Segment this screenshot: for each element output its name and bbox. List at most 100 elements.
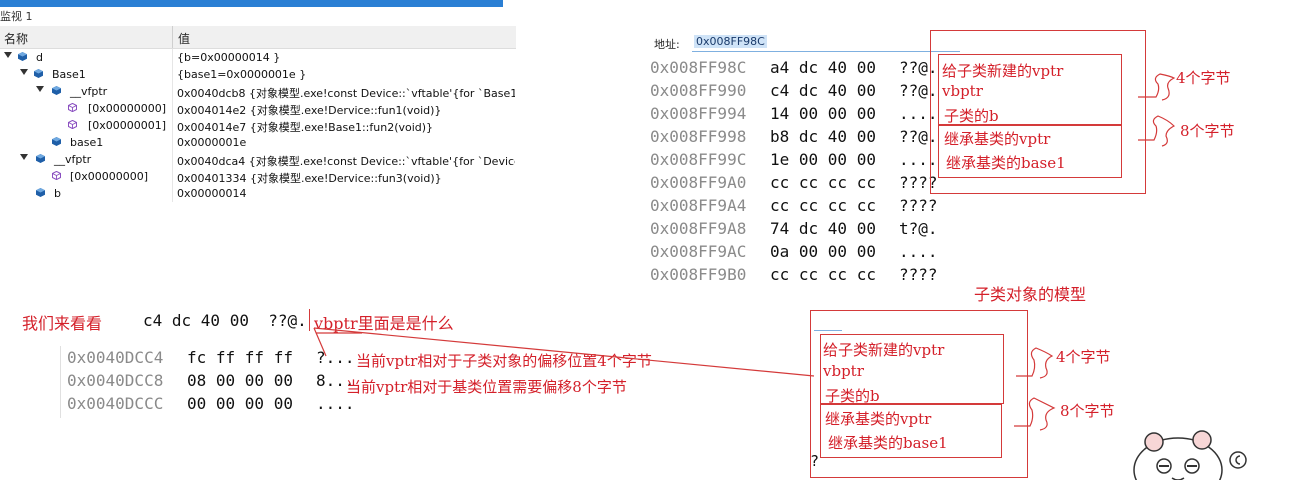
- watch-row-name: d: [36, 51, 43, 64]
- memory-bytes: 0a 00 00 00: [770, 242, 876, 261]
- memory-address: 0x008FF99C: [650, 150, 747, 169]
- address-input[interactable]: 0x008FF98C: [692, 33, 960, 52]
- address-value[interactable]: 0x008FF98C: [694, 35, 767, 48]
- vbtable-memory-view[interactable]: 0x0040DCC4 fc ff ff ff?... 0x0040DCC8 08 0…: [60, 346, 381, 418]
- memory-bytes: 08 00 00 00: [187, 371, 293, 390]
- watch-row-vfptr-device[interactable]: __vfptr 0x0040dca4 {对象模型.exe!const Devic…: [0, 151, 516, 168]
- memory-bytes: a4 dc 40 00: [770, 58, 876, 77]
- memory-bytes: cc cc cc cc: [770, 173, 876, 192]
- memory-address: 0x0040DCC4: [67, 348, 164, 367]
- watch-row-d[interactable]: d {b=0x00000014 }: [0, 49, 516, 66]
- memory-bytes: fc ff ff ff: [187, 348, 293, 367]
- inline-hex: c4 dc 40 00 ??@.: [143, 311, 307, 330]
- watch-row-value: 0x004014e7 {对象模型.exe!Base1::fun2(void)}: [177, 121, 434, 134]
- memory-address: 0x0040DCC8: [67, 371, 164, 390]
- memory-address: 0x008FF9A4: [650, 196, 747, 215]
- watch-row-b[interactable]: b 0x00000014: [0, 185, 516, 202]
- field-icon: [36, 188, 45, 197]
- model-underline: [814, 330, 842, 331]
- watch-row-value: 0x0040dcb8 {对象模型.exe!const Device::`vfta…: [177, 87, 515, 100]
- memory-address: 0x008FF994: [650, 104, 747, 123]
- watch-row-name: [0x00000001]: [88, 119, 167, 132]
- annotation-8-bytes: 8个字节: [1180, 122, 1235, 140]
- expand-arrow-icon[interactable]: [4, 52, 12, 58]
- watch-row-value: 0x004014e2 {对象模型.exe!Dervice::fun1(void)…: [177, 104, 442, 117]
- field-icon: [18, 52, 27, 61]
- method-icon: [68, 103, 77, 112]
- watch-row-name: __vfptr: [70, 85, 108, 98]
- model-title: 子类对象的模型: [974, 285, 1087, 304]
- watch-row-vfptr-base1[interactable]: __vfptr 0x0040dcb8 {对象模型.exe!const Devic…: [0, 83, 516, 100]
- memory-ascii: ?...: [316, 348, 355, 367]
- memory-bytes: 74 dc 40 00: [770, 219, 876, 238]
- watch-row-value: {b=0x00000014 }: [177, 51, 281, 64]
- memory-ascii: t?@.: [899, 219, 938, 238]
- annotation-vbptr: vbptr: [942, 82, 983, 100]
- method-icon: [52, 171, 61, 180]
- watch-row-value: 0x0000001e: [177, 136, 247, 149]
- watch-row-name: [0x00000000]: [88, 102, 167, 115]
- model-8-bytes: 8个字节: [1060, 402, 1115, 420]
- field-icon: [36, 154, 45, 163]
- annotation-child-vptr: 给子类新建的vptr: [942, 62, 1064, 80]
- watch-row-name: b: [54, 187, 61, 200]
- memory-bytes: 1e 00 00 00: [770, 150, 876, 169]
- memory-bytes: b8 dc 40 00: [770, 127, 876, 146]
- method-icon: [68, 120, 77, 129]
- watch-row-name: [0x00000000]: [70, 170, 149, 183]
- watch-active-bar: [0, 0, 503, 7]
- memory-view[interactable]: 0x008FF98C a4 dc 40 00 ??@. 0x008FF990 c4 d…: [650, 58, 950, 290]
- annotation-child-b: 子类的b: [944, 107, 999, 125]
- model-child-b: 子类的b: [825, 387, 880, 405]
- memory-address: 0x008FF9B0: [650, 265, 747, 284]
- watch-row-value: 0x0040dca4 {对象模型.exe!const Device::`vfta…: [177, 155, 515, 168]
- model-4-bytes: 4个字节: [1056, 348, 1111, 366]
- field-icon: [34, 69, 43, 78]
- watch-row-base1[interactable]: Base1 {base1=0x0000001e }: [0, 66, 516, 83]
- memory-address: 0x008FF9A0: [650, 173, 747, 192]
- watch-header: 名称 值: [0, 26, 516, 49]
- watch-row-name: __vfptr: [54, 153, 92, 166]
- memory-ascii: ????: [899, 265, 938, 284]
- offset-note-4: 当前vptr相对于子类对象的偏移位置4个字节: [356, 352, 652, 370]
- memory-bytes: 14 00 00 00: [770, 104, 876, 123]
- expand-arrow-icon[interactable]: [36, 86, 44, 92]
- watch-row-name: base1: [70, 136, 104, 149]
- memory-address: 0x0040DCCC: [67, 394, 164, 413]
- watch-row-value: 0x00401334 {对象模型.exe!Dervice::fun3(void)…: [177, 172, 442, 185]
- column-value-header[interactable]: 值: [178, 30, 190, 47]
- field-icon: [52, 137, 61, 146]
- column-name-header[interactable]: 名称: [4, 30, 28, 47]
- mascot-icon: [1133, 430, 1247, 480]
- memory-bytes: c4 dc 40 00: [770, 81, 876, 100]
- watch-row-value: {base1=0x0000001e }: [177, 68, 307, 81]
- watch-row-base1-field[interactable]: base1 0x0000001e: [0, 134, 516, 151]
- watch-row-vtable-entry[interactable]: [0x00000000] 0x00401334 {对象模型.exe!Dervic…: [0, 168, 516, 185]
- field-icon: [52, 86, 61, 95]
- memory-bytes: cc cc cc cc: [770, 196, 876, 215]
- memory-address: 0x008FF98C: [650, 58, 747, 77]
- address-label: 地址:: [654, 38, 680, 51]
- memory-ascii: ....: [899, 242, 938, 261]
- annotation-base-vptr: 继承基类的vptr: [944, 130, 1051, 148]
- model-base-vptr: 继承基类的vptr: [825, 410, 932, 428]
- model-vbptr: vbptr: [823, 362, 864, 380]
- memory-ascii: ????: [899, 196, 938, 215]
- model-question: ?: [810, 452, 820, 470]
- watch-window: 监视 1 名称 值 d {b=0x00000014 } Base1 {base1…: [0, 0, 516, 205]
- annotation-base1: 继承基类的base1: [946, 154, 1066, 172]
- model-child-vptr: 给子类新建的vptr: [823, 341, 945, 359]
- look-note: 我们来看看: [22, 314, 103, 333]
- annotation-4-bytes: 4个字节: [1176, 69, 1231, 87]
- vbptr-question-note: vbptr里面是是什么: [314, 314, 454, 333]
- expand-arrow-icon[interactable]: [20, 154, 28, 160]
- watch-row-name: Base1: [52, 68, 86, 81]
- memory-address: 0x008FF9AC: [650, 242, 747, 261]
- expand-arrow-icon[interactable]: [20, 69, 28, 75]
- offset-note-8: 当前vptr相对于基类位置需要偏移8个字节: [346, 378, 627, 396]
- watch-row-vtable-entry[interactable]: [0x00000000] 0x004014e2 {对象模型.exe!Dervic…: [0, 100, 516, 117]
- column-divider[interactable]: [172, 26, 173, 48]
- watch-row-vtable-entry[interactable]: [0x00000001] 0x004014e7 {对象模型.exe!Base1:…: [0, 117, 516, 134]
- memory-address: 0x008FF9A8: [650, 219, 747, 238]
- watch-tab-title[interactable]: 监视 1: [0, 8, 33, 24]
